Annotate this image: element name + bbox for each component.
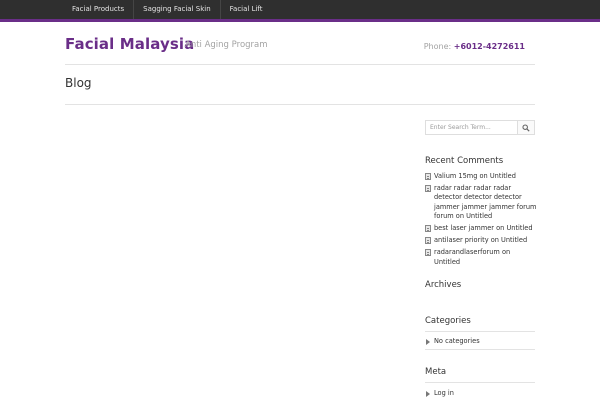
- recent-comments-list: Valium 15mg on Untitled radar radar rada…: [425, 172, 537, 270]
- archives-title: Archives: [425, 280, 462, 290]
- list-item: radarandlaserforum on Untitled: [425, 248, 537, 266]
- page-title: Blog: [65, 76, 92, 90]
- categories-divider: [425, 331, 535, 332]
- list-item: antilaser priority on Untitled: [425, 236, 537, 245]
- categories-title: Categories: [425, 316, 471, 326]
- phone-number[interactable]: +6012-4272611: [454, 42, 525, 51]
- comment-document-icon: [425, 185, 431, 193]
- recent-comments-title: Recent Comments: [425, 156, 504, 166]
- comment-on-text: on: [490, 236, 499, 245]
- meta-divider: [425, 382, 535, 383]
- comment-post-link[interactable]: Untitled: [506, 224, 532, 232]
- list-item: Valium 15mg on Untitled: [425, 172, 537, 181]
- comment-document-icon: [425, 225, 431, 233]
- nav-item-facial-lift[interactable]: Facial Lift: [221, 0, 272, 19]
- comment-author-link[interactable]: radarandlaserforum: [434, 248, 500, 256]
- comment-on-text: on: [455, 211, 464, 220]
- comment-post-link[interactable]: Untitled: [501, 236, 527, 244]
- nav-item-sagging-facial-skin[interactable]: Sagging Facial Skin: [134, 0, 221, 19]
- comment-on-text: on: [479, 172, 488, 180]
- login-item: Log in: [425, 389, 454, 397]
- search-input[interactable]: [426, 121, 518, 134]
- bullet-arrow-icon: [426, 338, 430, 345]
- comment-on-text: on: [496, 224, 505, 233]
- comment-document-icon: [425, 237, 431, 245]
- nav-item-facial-products[interactable]: Facial Products: [64, 0, 135, 19]
- nav-accent-stripe: [0, 19, 600, 22]
- comment-post-link[interactable]: Untitled: [434, 258, 460, 266]
- phone-info: Phone: +6012-4272611: [424, 42, 525, 51]
- comment-author-link[interactable]: Valium 15mg: [434, 172, 477, 180]
- comment-post-link[interactable]: Untitled: [466, 212, 492, 220]
- categories-bottom-divider: [425, 349, 535, 350]
- search-icon: [522, 123, 530, 132]
- no-categories-text: No categories: [434, 337, 480, 345]
- no-categories-item: No categories: [425, 337, 480, 345]
- list-item: best laser jammer on Untitled: [425, 224, 537, 233]
- comment-document-icon: [425, 173, 431, 180]
- comment-document-icon: [425, 249, 431, 257]
- comment-author-link[interactable]: best laser jammer: [434, 224, 494, 232]
- site-tagline: Anti Aging Program: [185, 40, 268, 50]
- search-form: [425, 120, 535, 135]
- list-item: radar radar radar radar detector detecto…: [425, 184, 537, 221]
- main-nav: Facial Products Sagging Facial Skin Faci…: [64, 0, 272, 19]
- header-divider: [65, 64, 535, 65]
- meta-title: Meta: [425, 367, 447, 377]
- phone-label: Phone:: [423, 42, 452, 51]
- comment-author-link[interactable]: antilaser priority: [434, 236, 489, 244]
- title-divider: [65, 104, 535, 105]
- search-button[interactable]: [517, 121, 534, 134]
- comment-post-link[interactable]: Untitled: [490, 172, 516, 180]
- comment-on-text: on: [501, 248, 511, 257]
- login-link[interactable]: Log in: [434, 389, 454, 397]
- site-title[interactable]: Facial Malaysia: [65, 35, 194, 53]
- top-nav-bar: Facial Products Sagging Facial Skin Faci…: [0, 0, 600, 19]
- bullet-arrow-icon: [426, 390, 430, 397]
